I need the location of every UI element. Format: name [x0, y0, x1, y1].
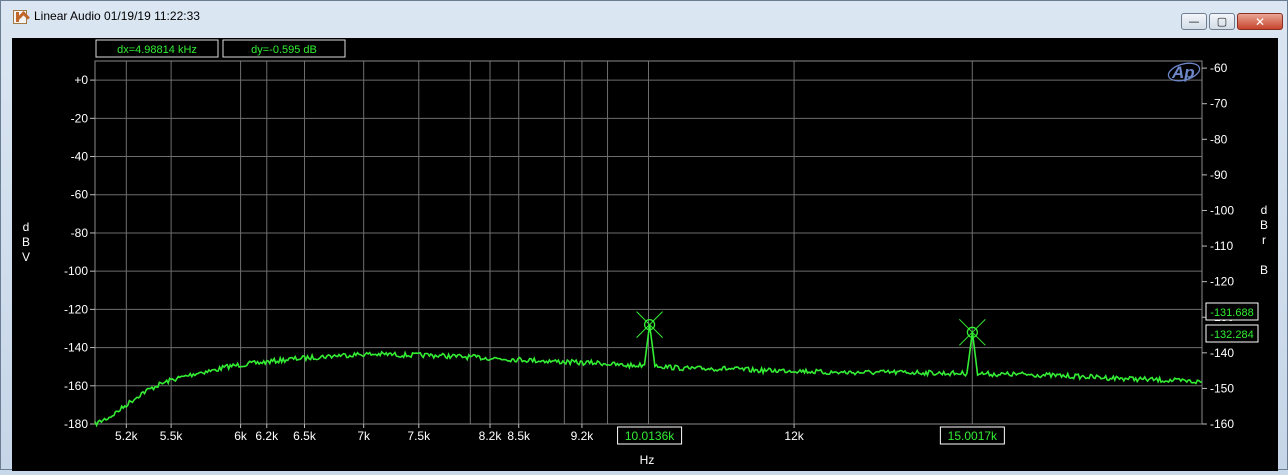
left-axis-ticks: +0 -20 -40 -60 -80 -100 -120 -140 -160 -180: [64, 73, 95, 431]
x-tick-label: 6k: [234, 429, 248, 443]
x-tick-label: 6.2k: [255, 429, 279, 443]
axis-label-char: B: [1260, 263, 1268, 277]
axis-label-char: V: [22, 250, 30, 264]
dx-readout-text: dx=4.98814 kHz: [117, 44, 197, 56]
axis-label-char: B: [22, 235, 30, 249]
y-axis-label-left: dBV: [22, 220, 30, 264]
left-tick-label: -80: [71, 226, 89, 240]
close-icon: ✕: [1254, 14, 1266, 29]
cursor-y-readout: -131.688: [1210, 307, 1253, 319]
dx-readout: dx=4.98814 kHz: [95, 39, 219, 58]
left-tick-label: -160: [64, 379, 88, 393]
x-tick-label: 8.2k: [479, 429, 503, 443]
right-tick-label: -70: [1210, 97, 1228, 111]
minimize-icon: —: [1188, 15, 1200, 28]
window-title: Linear Audio 01/19/19 11:22:33: [34, 9, 200, 23]
maximize-button[interactable]: ▢: [1209, 13, 1235, 30]
axis-label-char: d: [1261, 203, 1268, 217]
right-tick-label: -60: [1210, 61, 1228, 75]
right-axis-ticks: -60-70-80-90-100-110-120-130-140-150-160: [1202, 61, 1234, 431]
axis-label-char: r: [1262, 233, 1266, 247]
right-tick-label: -140: [1210, 346, 1234, 360]
cursor-x-readout: 15.0017k: [948, 429, 998, 443]
left-tick-label: -120: [64, 302, 88, 316]
x-tick-label: 7.5k: [407, 429, 431, 443]
x-axis-ticks: 5.2k 5.5k 6k 6.2k 6.5k 7k 7.5k 8.2k 8.5k 9.2k 12k: [115, 424, 805, 443]
right-tick-label: -160: [1210, 417, 1234, 431]
x-tick-label: 5.2k: [115, 429, 139, 443]
right-tick-label: -110: [1210, 239, 1233, 253]
right-tick-label: -80: [1210, 132, 1228, 146]
left-tick-label: -180: [64, 417, 88, 431]
x-axis-label: Hz: [640, 453, 655, 467]
cursor-y-readout: -132.284: [1210, 329, 1253, 341]
x-tick-label: 8.5k: [507, 429, 531, 443]
dy-readout-text: dy=-0.595 dB: [251, 44, 317, 56]
close-button[interactable]: ✕: [1237, 13, 1283, 30]
cursor-x-readout: 10.0136k: [625, 429, 675, 443]
grid-lines: [95, 61, 1203, 425]
y-axis-label-right: dBrB: [1260, 203, 1268, 277]
app-logo-icon[interactable]: [13, 10, 27, 24]
plot-area[interactable]: dx=4.98814 kHz dy=-0.595 dB +0 -20 -40 -60 -…: [12, 38, 1278, 471]
app-window: Linear Audio 01/19/19 11:22:33 — ▢ ✕ dx=…: [0, 0, 1288, 471]
left-tick-label: -140: [64, 341, 88, 355]
right-tick-label: -120: [1210, 275, 1234, 289]
left-tick-label: +0: [74, 73, 88, 87]
x-tick-label: 5.5k: [160, 429, 184, 443]
axis-label-char: B: [1260, 218, 1268, 232]
x-tick-label: 7k: [357, 429, 371, 443]
right-tick-label: -100: [1210, 203, 1234, 217]
dy-readout: dy=-0.595 dB: [222, 39, 346, 58]
spectrum-chart[interactable]: dx=4.98814 kHz dy=-0.595 dB +0 -20 -40 -60 -…: [12, 38, 1278, 471]
minimize-button[interactable]: —: [1181, 13, 1207, 30]
left-tick-label: -60: [71, 188, 89, 202]
right-tick-label: -90: [1210, 168, 1228, 182]
x-tick-label: 6.5k: [293, 429, 317, 443]
x-tick-label: 9.2k: [571, 429, 595, 443]
x-tick-label: 12k: [784, 429, 804, 443]
maximize-icon: ▢: [1216, 15, 1228, 28]
axis-label-char: d: [23, 220, 30, 234]
right-tick-label: -150: [1210, 381, 1234, 395]
left-tick-label: -20: [71, 111, 89, 125]
title-bar[interactable]: Linear Audio 01/19/19 11:22:33 — ▢ ✕: [1, 1, 1287, 33]
ap-logo: Ap: [1171, 63, 1195, 82]
left-tick-label: -40: [71, 150, 89, 164]
left-tick-label: -100: [64, 264, 88, 278]
